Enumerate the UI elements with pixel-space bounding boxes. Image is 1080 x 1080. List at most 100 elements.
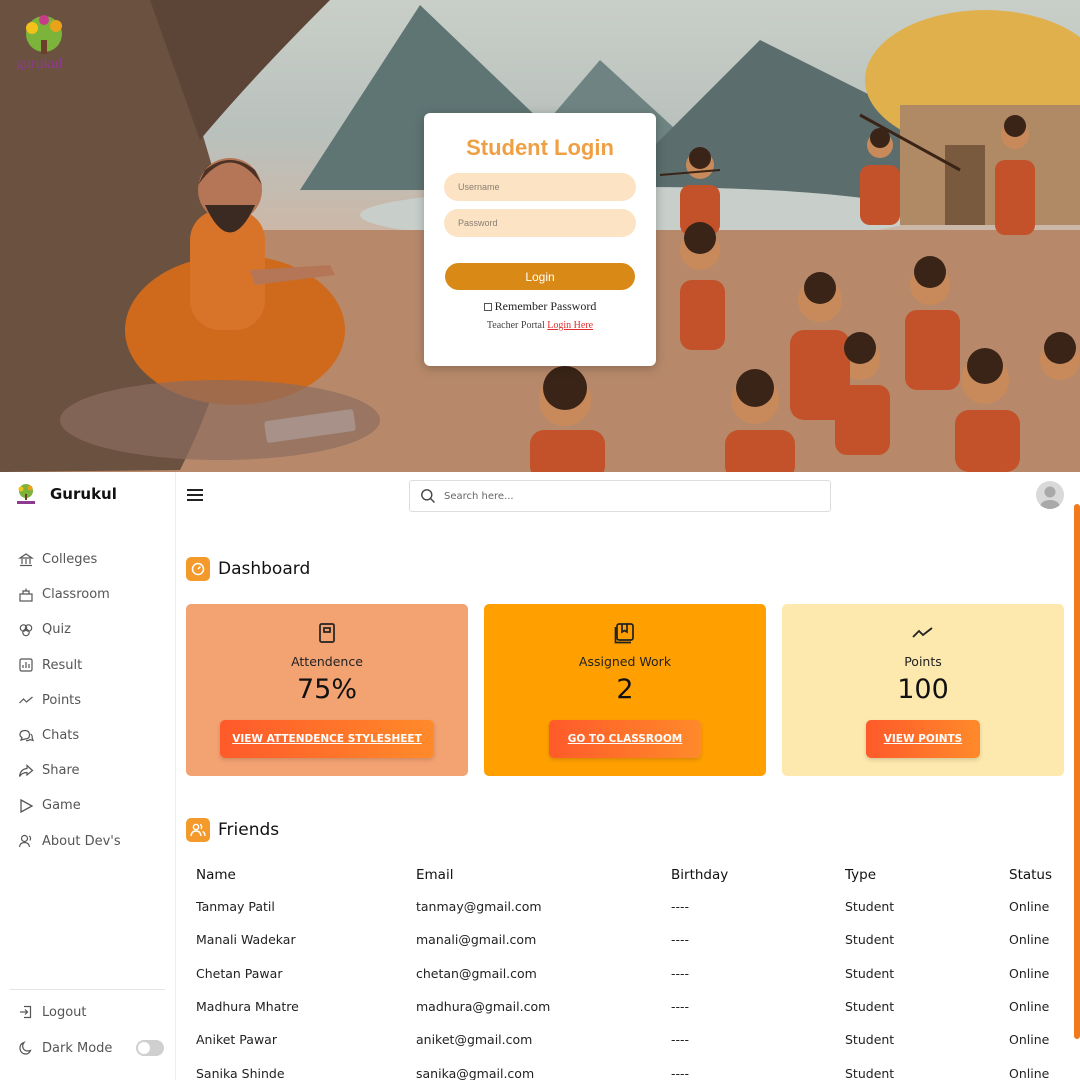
gurukul-logo: gurukul <box>16 15 63 70</box>
view-attendance-button[interactable]: VIEW ATTENDENCE STYLESHEET <box>220 720 434 758</box>
table-row[interactable]: Tanmay Patil tanmay@gmail.com ---- Stude… <box>186 890 1070 923</box>
friends-heading: Friends <box>186 818 279 842</box>
remember-checkbox[interactable] <box>483 302 492 311</box>
sidebar-item-label: Classroom <box>42 587 110 603</box>
brand[interactable]: Gurukul <box>14 482 117 506</box>
moon-icon <box>19 1041 32 1055</box>
friend-birthday: ---- <box>671 899 690 915</box>
table-row[interactable]: Aniket Pawar aniket@gmail.com ---- Stude… <box>186 1023 1070 1056</box>
friend-type: Student <box>845 1032 895 1048</box>
dashboard-heading: Dashboard <box>186 557 310 581</box>
sidebar-item-classroom[interactable]: Classroom <box>18 577 121 612</box>
teacher-portal-row: Teacher Portal Login Here <box>424 320 656 331</box>
logout-label: Logout <box>42 1004 87 1020</box>
dark-mode-row: Dark Mode <box>18 1040 112 1056</box>
friend-name: Manali Wadekar <box>196 932 296 948</box>
card-label: Points <box>904 654 942 669</box>
chat-icon <box>18 728 34 744</box>
friend-birthday: ---- <box>671 1032 690 1048</box>
table-row[interactable]: Madhura Mhatre madhura@gmail.com ---- St… <box>186 990 1070 1023</box>
friend-status: Online <box>1009 1032 1050 1048</box>
password-input[interactable] <box>444 209 636 237</box>
play-icon <box>18 798 34 814</box>
sidebar-item-points[interactable]: Points <box>18 683 121 718</box>
classroom-icon <box>18 587 34 603</box>
teacher-login-link[interactable]: Login Here <box>547 320 593 331</box>
sidebar-item-share[interactable]: Share <box>18 753 121 788</box>
dark-mode-label: Dark Mode <box>42 1040 113 1056</box>
quiz-icon <box>18 622 34 638</box>
view-points-button[interactable]: VIEW POINTS <box>866 720 980 758</box>
friend-status: Online <box>1009 999 1050 1015</box>
friend-birthday: ---- <box>671 965 690 981</box>
sidebar-item-chats[interactable]: Chats <box>18 718 121 753</box>
avatar[interactable] <box>1036 481 1064 509</box>
login-hero-section: gurukul Student Login Login Remember Pas… <box>0 0 1080 472</box>
sidebar-item-result[interactable]: Result <box>18 648 121 683</box>
sidebar-item-label: Result <box>42 657 83 673</box>
bank-icon <box>18 552 34 568</box>
sidebar-item-quiz[interactable]: Quiz <box>18 612 121 647</box>
friend-email: sanika@gmail.com <box>416 1065 535 1080</box>
friend-name: Aniket Pawar <box>196 1032 277 1048</box>
login-title: Student Login <box>466 135 614 160</box>
friend-name: Tanmay Patil <box>196 899 275 915</box>
sidebar-item-about-devs[interactable]: About Dev's <box>18 824 121 859</box>
friend-email: aniket@gmail.com <box>416 1032 533 1048</box>
column-header-status: Status <box>1009 867 1053 883</box>
friend-name: Sanika Shinde <box>196 1065 285 1080</box>
friends-icon <box>186 818 210 842</box>
sidebar-item-game[interactable]: Game <box>18 788 121 823</box>
login-button[interactable]: Login <box>445 263 635 290</box>
sidebar-nav: Colleges Classroom Quiz Result Points Ch… <box>18 542 121 859</box>
column-header-birthday: Birthday <box>671 867 729 883</box>
section-title: Friends <box>218 820 280 840</box>
card-value: 100 <box>897 674 949 705</box>
sidebar-item-label: Quiz <box>42 622 71 638</box>
friend-email: madhura@gmail.com <box>416 999 551 1015</box>
column-header-name: Name <box>196 867 236 883</box>
users-icon <box>18 833 34 849</box>
hamburger-menu-icon[interactable] <box>187 489 203 501</box>
attendance-card: Attendence 75% VIEW ATTENDENCE STYLESHEE… <box>186 604 468 776</box>
sidebar-item-label: About Dev's <box>42 833 121 849</box>
card-value: 2 <box>616 674 634 705</box>
logout-icon <box>20 1005 32 1019</box>
table-row[interactable]: Manali Wadekar manali@gmail.com ---- Stu… <box>186 923 1070 956</box>
chart-icon <box>18 657 34 673</box>
table-row[interactable]: Chetan Pawar chetan@gmail.com ---- Stude… <box>186 957 1070 990</box>
sidebar-item-label: Chats <box>42 728 80 744</box>
user-avatar-icon <box>1040 486 1060 509</box>
card-label: Attendence <box>291 654 363 669</box>
sidebar-item-label: Points <box>42 692 82 708</box>
go-to-classroom-button[interactable]: GO TO CLASSROOM <box>549 720 701 758</box>
remember-password-row: Remember Password <box>424 299 656 314</box>
logout-button[interactable]: Logout <box>18 1004 87 1020</box>
friend-email: manali@gmail.com <box>416 932 537 948</box>
friend-type: Student <box>845 965 895 981</box>
friend-birthday: ---- <box>671 932 690 948</box>
friend-type: Student <box>845 932 895 948</box>
assignment-icon <box>614 623 634 644</box>
trend-icon <box>18 692 34 708</box>
points-card: Points 100 VIEW POINTS <box>782 604 1064 776</box>
friend-type: Student <box>845 899 895 915</box>
logo-text: gurukul <box>16 56 63 70</box>
search-input[interactable] <box>444 490 804 502</box>
scrollbar[interactable] <box>1074 504 1080 1039</box>
friend-type: Student <box>845 1065 895 1080</box>
friend-status: Online <box>1009 965 1050 981</box>
page-title: Dashboard <box>218 559 311 579</box>
dashboard-app: Gurukul Colleges Classroom Quiz Result P… <box>0 472 1080 1080</box>
teacher-portal-text: Teacher Portal <box>486 320 545 331</box>
brand-logo-icon <box>17 484 35 504</box>
share-icon <box>18 763 34 779</box>
username-input[interactable] <box>444 173 636 201</box>
toggle-knob <box>138 1042 150 1054</box>
dark-mode-toggle[interactable] <box>136 1040 164 1056</box>
friend-email: chetan@gmail.com <box>416 965 537 981</box>
sidebar-item-colleges[interactable]: Colleges <box>18 542 121 577</box>
table-row[interactable]: Sanika Shinde sanika@gmail.com ---- Stud… <box>186 1056 1070 1080</box>
search-icon[interactable] <box>420 488 436 504</box>
friend-name: Chetan Pawar <box>196 965 283 981</box>
